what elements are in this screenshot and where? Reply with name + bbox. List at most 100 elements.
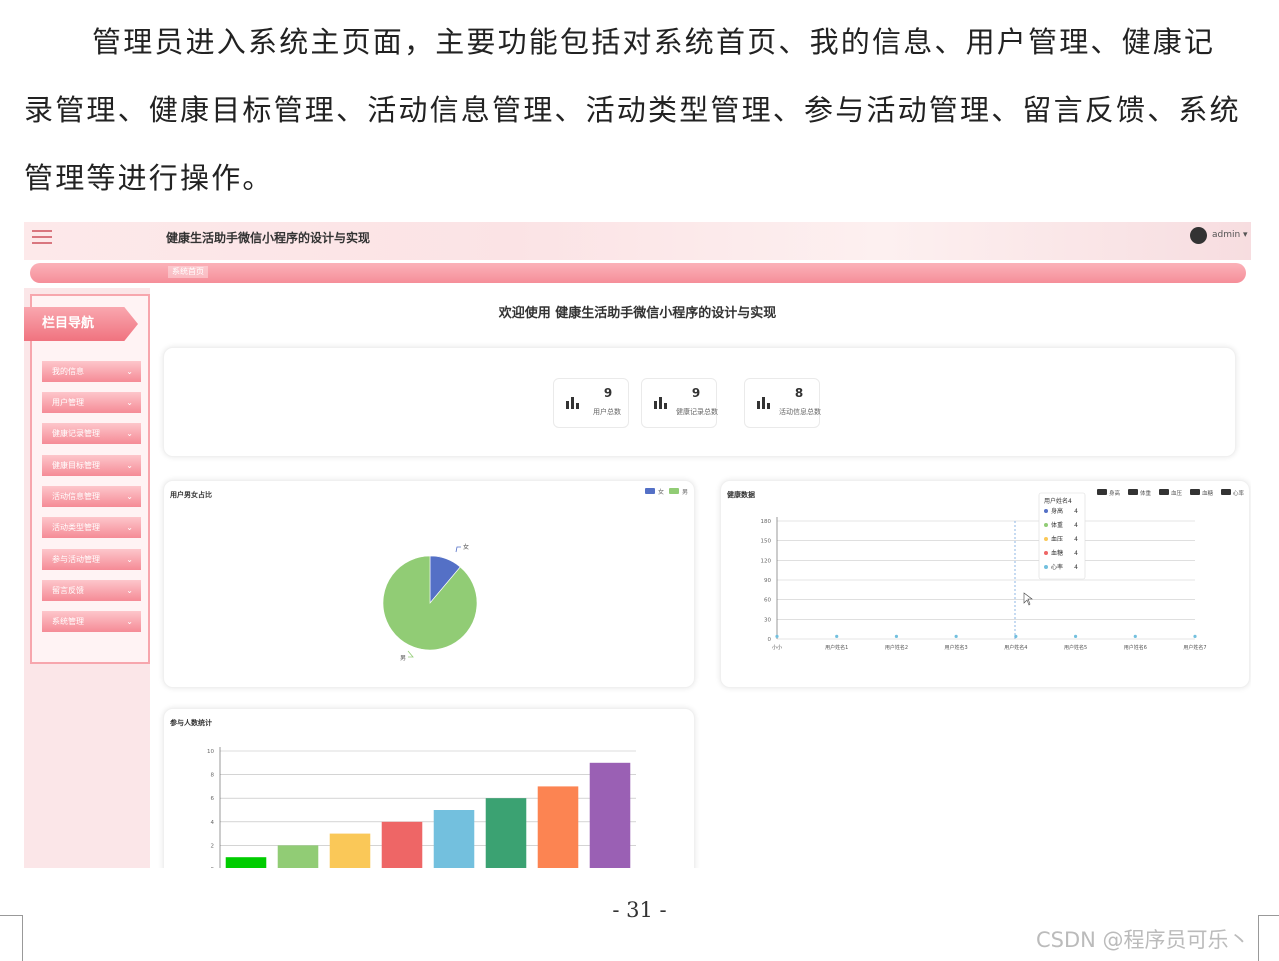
legend-label: 心率 bbox=[1233, 489, 1245, 497]
y-tick-label: 6 bbox=[211, 796, 215, 802]
y-tick-label: 8 bbox=[211, 773, 215, 779]
tooltip-value: 4 bbox=[1074, 508, 1078, 515]
tooltip-value: 4 bbox=[1074, 536, 1078, 543]
stat-label: 健康记录总数 bbox=[676, 408, 718, 416]
data-point[interactable] bbox=[954, 634, 958, 638]
stat-label: 活动信息总数 bbox=[779, 408, 821, 416]
chevron-down-icon: ⌄ bbox=[126, 617, 133, 626]
tooltip-dot bbox=[1044, 565, 1048, 569]
tooltip-series: 血压 bbox=[1051, 535, 1063, 543]
x-tick-label: 用户姓名6 bbox=[1124, 644, 1147, 651]
cursor-icon bbox=[1023, 592, 1033, 606]
top-bar: 健康生活助手微信小程序的设计与实现 admin ▾ bbox=[24, 222, 1251, 260]
bar-chart-icon bbox=[654, 397, 670, 409]
legend-label: 血压 bbox=[1171, 489, 1183, 497]
data-point[interactable] bbox=[1193, 634, 1197, 638]
sidebar-item-activity-types[interactable]: 活动类型管理 ⌄ bbox=[42, 517, 141, 538]
legend-swatch-female[interactable] bbox=[645, 488, 655, 494]
bar[interactable] bbox=[225, 857, 267, 868]
y-tick-label: 180 bbox=[761, 519, 772, 525]
slice-label-female: 女 bbox=[463, 543, 469, 551]
tab-home[interactable]: 系统首页 bbox=[168, 266, 208, 278]
sidebar-item-feedback[interactable]: 留言反馈 ⌄ bbox=[42, 580, 141, 601]
tooltip-series: 血糖 bbox=[1051, 549, 1063, 557]
legend-label: 身高 bbox=[1109, 489, 1121, 497]
bar-chart-icon bbox=[566, 397, 582, 409]
bar[interactable] bbox=[381, 821, 423, 868]
tooltip-dot bbox=[1044, 551, 1048, 555]
bar-chart-icon bbox=[757, 397, 773, 409]
tooltip-value: 4 bbox=[1074, 522, 1078, 529]
y-tick-label: 90 bbox=[764, 578, 771, 584]
bar[interactable] bbox=[485, 798, 527, 868]
legend-swatch[interactable] bbox=[1221, 489, 1231, 495]
bar[interactable] bbox=[589, 762, 631, 868]
watermark: CSDN @程序员可乐丶 bbox=[1036, 928, 1250, 952]
x-tick-label: 用户姓名3 bbox=[945, 644, 968, 651]
pie-slice-male[interactable] bbox=[382, 555, 478, 651]
chevron-down-icon: ⌄ bbox=[126, 398, 133, 407]
stats-panel: 9 用户总数 9 健康记录总数 8 活动信息总数 bbox=[163, 347, 1236, 457]
bar[interactable] bbox=[433, 810, 475, 868]
chevron-down-icon: ⌄ bbox=[126, 492, 133, 501]
sidebar-item-participation[interactable]: 参与活动管理 ⌄ bbox=[42, 549, 141, 570]
pie-chart: 女 男 女 男 bbox=[382, 488, 688, 662]
chevron-down-icon: ⌄ bbox=[126, 367, 133, 376]
stat-value: 9 bbox=[691, 386, 701, 400]
chevron-down-icon: ⌄ bbox=[126, 523, 133, 532]
y-tick-label: 4 bbox=[211, 820, 215, 826]
slice-label-male: 男 bbox=[400, 655, 406, 662]
welcome-heading: 欢迎使用 健康生活助手微信小程序的设计与实现 bbox=[498, 306, 777, 321]
data-point[interactable] bbox=[775, 634, 779, 638]
avatar[interactable] bbox=[1190, 227, 1207, 244]
legend-label: 体重 bbox=[1140, 489, 1152, 497]
legend-swatch[interactable] bbox=[1097, 489, 1107, 495]
legend-swatch[interactable] bbox=[1190, 489, 1200, 495]
stat-health-records: 9 健康记录总数 bbox=[641, 378, 718, 428]
chevron-down-icon: ⌄ bbox=[126, 429, 133, 438]
sidebar-item-users[interactable]: 用户管理 ⌄ bbox=[42, 392, 141, 413]
y-tick-label: 0 bbox=[768, 637, 772, 643]
y-tick-label: 10 bbox=[207, 749, 214, 755]
sidebar-item-health-records[interactable]: 健康记录管理 ⌄ bbox=[42, 423, 141, 444]
sidebar-item-system[interactable]: 系统管理 ⌄ bbox=[42, 611, 141, 632]
tooltip-series: 身高 bbox=[1051, 507, 1063, 515]
x-tick-label: 用户姓名4 bbox=[1004, 644, 1027, 651]
tab-bar: 系统首页 bbox=[30, 263, 1246, 283]
tooltip-dot bbox=[1044, 537, 1048, 541]
tooltip-title: 用户姓名4 bbox=[1044, 497, 1072, 505]
stat-users: 9 用户总数 bbox=[553, 378, 629, 428]
data-point[interactable] bbox=[1073, 634, 1078, 638]
pie-panel: 用户男女占比 女 男 女 男 bbox=[163, 480, 695, 688]
menu-icon[interactable] bbox=[32, 226, 56, 248]
user-menu[interactable]: admin ▾ bbox=[1212, 230, 1248, 240]
sidebar-frame bbox=[30, 294, 150, 664]
legend-label-female: 女 bbox=[658, 488, 664, 496]
sidebar: 栏目导航 我的信息 ⌄ 用户管理 ⌄ 健康记录管理 ⌄ 健康目标管理 ⌄ 活动信息管理 ⌄… bbox=[24, 288, 150, 868]
bar-chart: 10 8 6 4 2 0 bbox=[207, 747, 636, 868]
sidebar-item-my-info[interactable]: 我的信息 ⌄ bbox=[42, 361, 141, 382]
sidebar-item-health-goals[interactable]: 健康目标管理 ⌄ bbox=[42, 455, 141, 476]
legend-label: 血糖 bbox=[1202, 489, 1214, 497]
x-tick-label: 用户姓名5 bbox=[1064, 644, 1087, 651]
data-point[interactable] bbox=[894, 634, 899, 638]
x-tick-label: 小小 bbox=[772, 644, 782, 651]
bar[interactable] bbox=[537, 786, 579, 868]
legend-swatch-male[interactable] bbox=[669, 488, 679, 494]
y-tick-label: 30 bbox=[764, 617, 771, 623]
chevron-down-icon: ⌄ bbox=[126, 461, 133, 470]
sidebar-item-activity-info[interactable]: 活动信息管理 ⌄ bbox=[42, 486, 141, 507]
legend-label-male: 男 bbox=[682, 489, 688, 496]
legend-swatch[interactable] bbox=[1128, 489, 1138, 495]
data-point[interactable] bbox=[835, 634, 839, 638]
x-tick-label: 用户姓名7 bbox=[1183, 644, 1206, 651]
data-point[interactable] bbox=[1133, 634, 1137, 638]
bar[interactable] bbox=[277, 845, 319, 868]
x-tick-label: 用户姓名1 bbox=[825, 644, 848, 651]
bar[interactable] bbox=[329, 833, 371, 868]
crop-mark-right bbox=[1258, 915, 1279, 961]
legend-swatch[interactable] bbox=[1159, 489, 1169, 495]
tooltip-dot bbox=[1044, 523, 1048, 527]
stat-value: 8 bbox=[794, 386, 804, 400]
stat-activities: 8 活动信息总数 bbox=[744, 378, 821, 428]
